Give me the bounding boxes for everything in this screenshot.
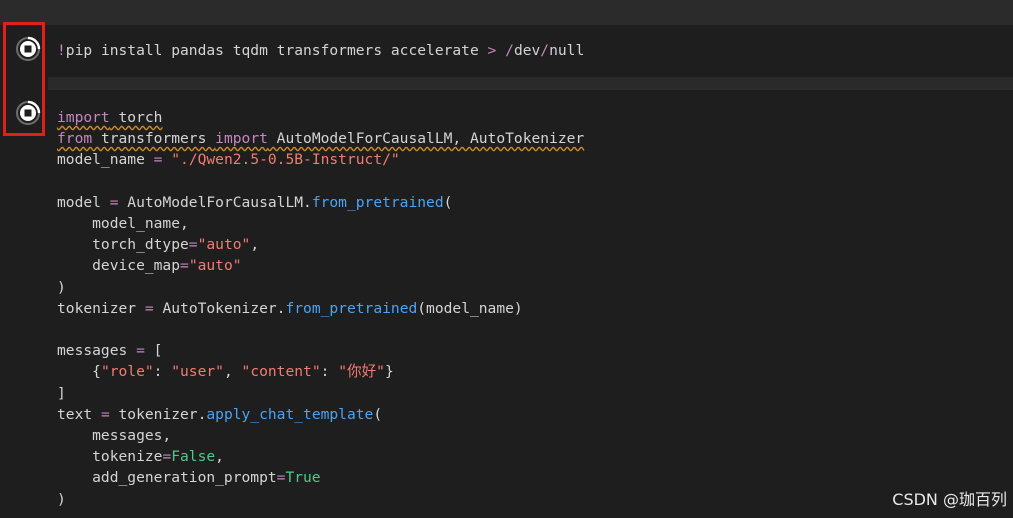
code-line: model = AutoModelForCausalLM.from_pretra… [57, 193, 453, 211]
code-line: {"role": "user", "content": "你好"} [57, 363, 394, 381]
code-line: ] [57, 384, 66, 402]
code-line: tokenize=False, [57, 448, 224, 466]
code-line: ) [57, 490, 66, 508]
code-line: add_generation_prompt=True [57, 469, 321, 487]
code-line: model_name, [57, 215, 189, 233]
watermark: CSDN @珈百列 [892, 490, 1007, 509]
cell-1-code[interactable]: !pip install pandas tqdm transformers ac… [57, 40, 584, 61]
code-line: model_name = "./Qwen2.5-0.5B-Instruct/" [57, 151, 400, 169]
cell-2-code[interactable]: import torch from transformers import Au… [57, 107, 584, 510]
code-cell-1[interactable]: !pip install pandas tqdm transformers ac… [0, 25, 1013, 77]
code-line: tokenizer = AutoTokenizer.from_pretraine… [57, 299, 523, 317]
code-line: ) [57, 278, 66, 296]
highlight-box [3, 22, 45, 136]
code-line: messages, [57, 427, 172, 445]
cell-separator [48, 77, 1013, 90]
code-line: messages = [ [57, 342, 163, 360]
code-cell-2[interactable]: import torch from transformers import Au… [0, 90, 1013, 518]
code-line: import torch [57, 109, 163, 126]
code-line: device_map="auto" [57, 257, 242, 275]
top-toolbar [0, 0, 1013, 25]
code-line: from transformers import AutoModelForCau… [57, 130, 585, 148]
code-line: text = tokenizer.apply_chat_template( [57, 405, 383, 423]
cell-1-command: pip install pandas tqdm transformers acc… [65, 42, 488, 59]
code-line: torch_dtype="auto", [57, 236, 260, 254]
